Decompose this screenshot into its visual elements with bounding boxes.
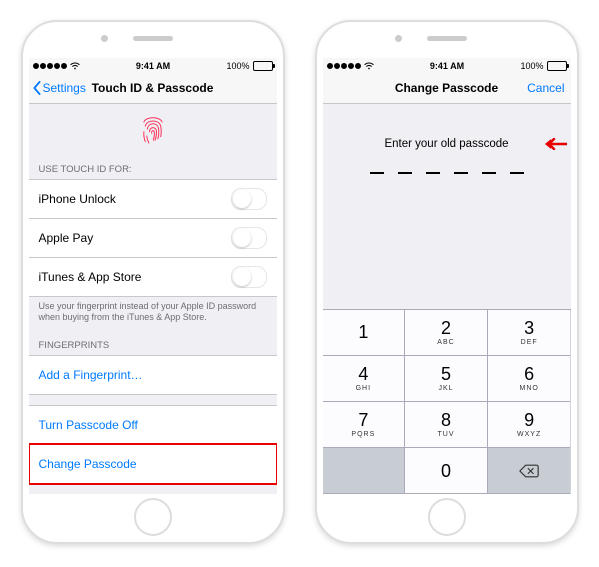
key-5[interactable]: 5 JKL xyxy=(405,356,488,402)
status-time: 9:41 AM xyxy=(430,61,464,71)
key-num: 6 xyxy=(524,365,534,383)
delete-icon xyxy=(519,464,539,478)
key-letters: TUV xyxy=(437,431,454,438)
key-num: 0 xyxy=(441,462,451,480)
key-letters: WXYZ xyxy=(517,431,541,438)
status-bar: 9:41 AM 100% xyxy=(323,58,571,73)
back-button[interactable]: Settings xyxy=(29,81,86,95)
key-letters: PQRS xyxy=(351,431,375,438)
row-label: iPhone Unlock xyxy=(39,192,116,206)
status-time: 9:41 AM xyxy=(136,61,170,71)
annotation-arrow-icon xyxy=(545,138,567,150)
key-1[interactable]: 1 xyxy=(323,310,406,356)
key-3[interactable]: 3 DEF xyxy=(488,310,571,356)
key-num: 9 xyxy=(524,411,534,429)
cancel-button[interactable]: Cancel xyxy=(527,81,564,95)
switch-iphone-unlock[interactable] xyxy=(231,188,267,210)
key-num: 1 xyxy=(358,323,368,341)
switch-itunes-appstore[interactable] xyxy=(231,266,267,288)
row-turn-passcode-off[interactable]: Turn Passcode Off xyxy=(29,405,277,444)
key-0[interactable]: 0 xyxy=(405,448,488,494)
key-num: 5 xyxy=(441,365,451,383)
section-header-fingerprints: FINGERPRINTS xyxy=(29,330,277,355)
home-button[interactable] xyxy=(134,498,172,536)
row-label: Turn Passcode Off xyxy=(39,418,138,432)
row-label: Add a Fingerprint… xyxy=(39,368,143,382)
key-delete[interactable] xyxy=(488,448,571,494)
key-letters: MNO xyxy=(519,385,538,392)
section-header-use-touch-id: USE TOUCH ID FOR: xyxy=(29,154,277,179)
key-6[interactable]: 6 MNO xyxy=(488,356,571,402)
battery-icon xyxy=(547,61,567,71)
row-label: iTunes & App Store xyxy=(39,270,142,284)
passcode-prompt: Enter your old passcode xyxy=(323,138,571,150)
wifi-icon xyxy=(70,62,80,70)
key-num: 7 xyxy=(358,411,368,429)
fingerprint-icon xyxy=(139,112,167,146)
row-itunes-appstore[interactable]: iTunes & App Store xyxy=(29,257,277,297)
passcode-dashes xyxy=(323,172,571,174)
key-num: 3 xyxy=(524,319,534,337)
nav-bar: Settings Touch ID & Passcode xyxy=(29,73,277,104)
key-letters: GHI xyxy=(356,385,371,392)
switch-apple-pay[interactable] xyxy=(231,227,267,249)
row-label: Apple Pay xyxy=(39,231,94,245)
key-7[interactable]: 7 PQRS xyxy=(323,402,406,448)
signal-strength-icon xyxy=(33,63,67,69)
key-2[interactable]: 2 ABC xyxy=(405,310,488,356)
battery-percent: 100% xyxy=(520,61,543,71)
row-change-passcode[interactable]: Change Passcode xyxy=(29,444,277,484)
signal-strength-icon xyxy=(327,63,361,69)
battery-icon xyxy=(253,61,273,71)
key-letters: DEF xyxy=(521,339,538,346)
phone-touch-id-settings: 9:41 AM 100% Settings Touch ID & Passcod… xyxy=(21,20,285,544)
numeric-keypad: 1 2 ABC 3 DEF 4 GHI 5 JKL 6 MNO xyxy=(323,309,571,494)
key-num: 8 xyxy=(441,411,451,429)
key-letters: JKL xyxy=(438,385,453,392)
row-label: Change Passcode xyxy=(39,457,137,471)
key-num: 2 xyxy=(441,319,451,337)
key-4[interactable]: 4 GHI xyxy=(323,356,406,402)
key-9[interactable]: 9 WXYZ xyxy=(488,402,571,448)
touch-id-graphic-area xyxy=(29,104,277,154)
key-8[interactable]: 8 TUV xyxy=(405,402,488,448)
section-footer-use-touch-id: Use your fingerprint instead of your App… xyxy=(29,297,277,330)
row-add-fingerprint[interactable]: Add a Fingerprint… xyxy=(29,355,277,395)
key-letters: ABC xyxy=(437,339,454,346)
chevron-left-icon xyxy=(31,81,43,95)
home-button[interactable] xyxy=(428,498,466,536)
nav-bar: Change Passcode Cancel xyxy=(323,73,571,104)
phone-change-passcode: 9:41 AM 100% Change Passcode Cancel Ente… xyxy=(315,20,579,544)
battery-percent: 100% xyxy=(226,61,249,71)
status-bar: 9:41 AM 100% xyxy=(29,58,277,73)
wifi-icon xyxy=(364,62,374,70)
row-iphone-unlock[interactable]: iPhone Unlock xyxy=(29,179,277,218)
row-apple-pay[interactable]: Apple Pay xyxy=(29,218,277,257)
key-num: 4 xyxy=(358,365,368,383)
back-label: Settings xyxy=(43,81,86,95)
key-blank xyxy=(323,448,406,494)
